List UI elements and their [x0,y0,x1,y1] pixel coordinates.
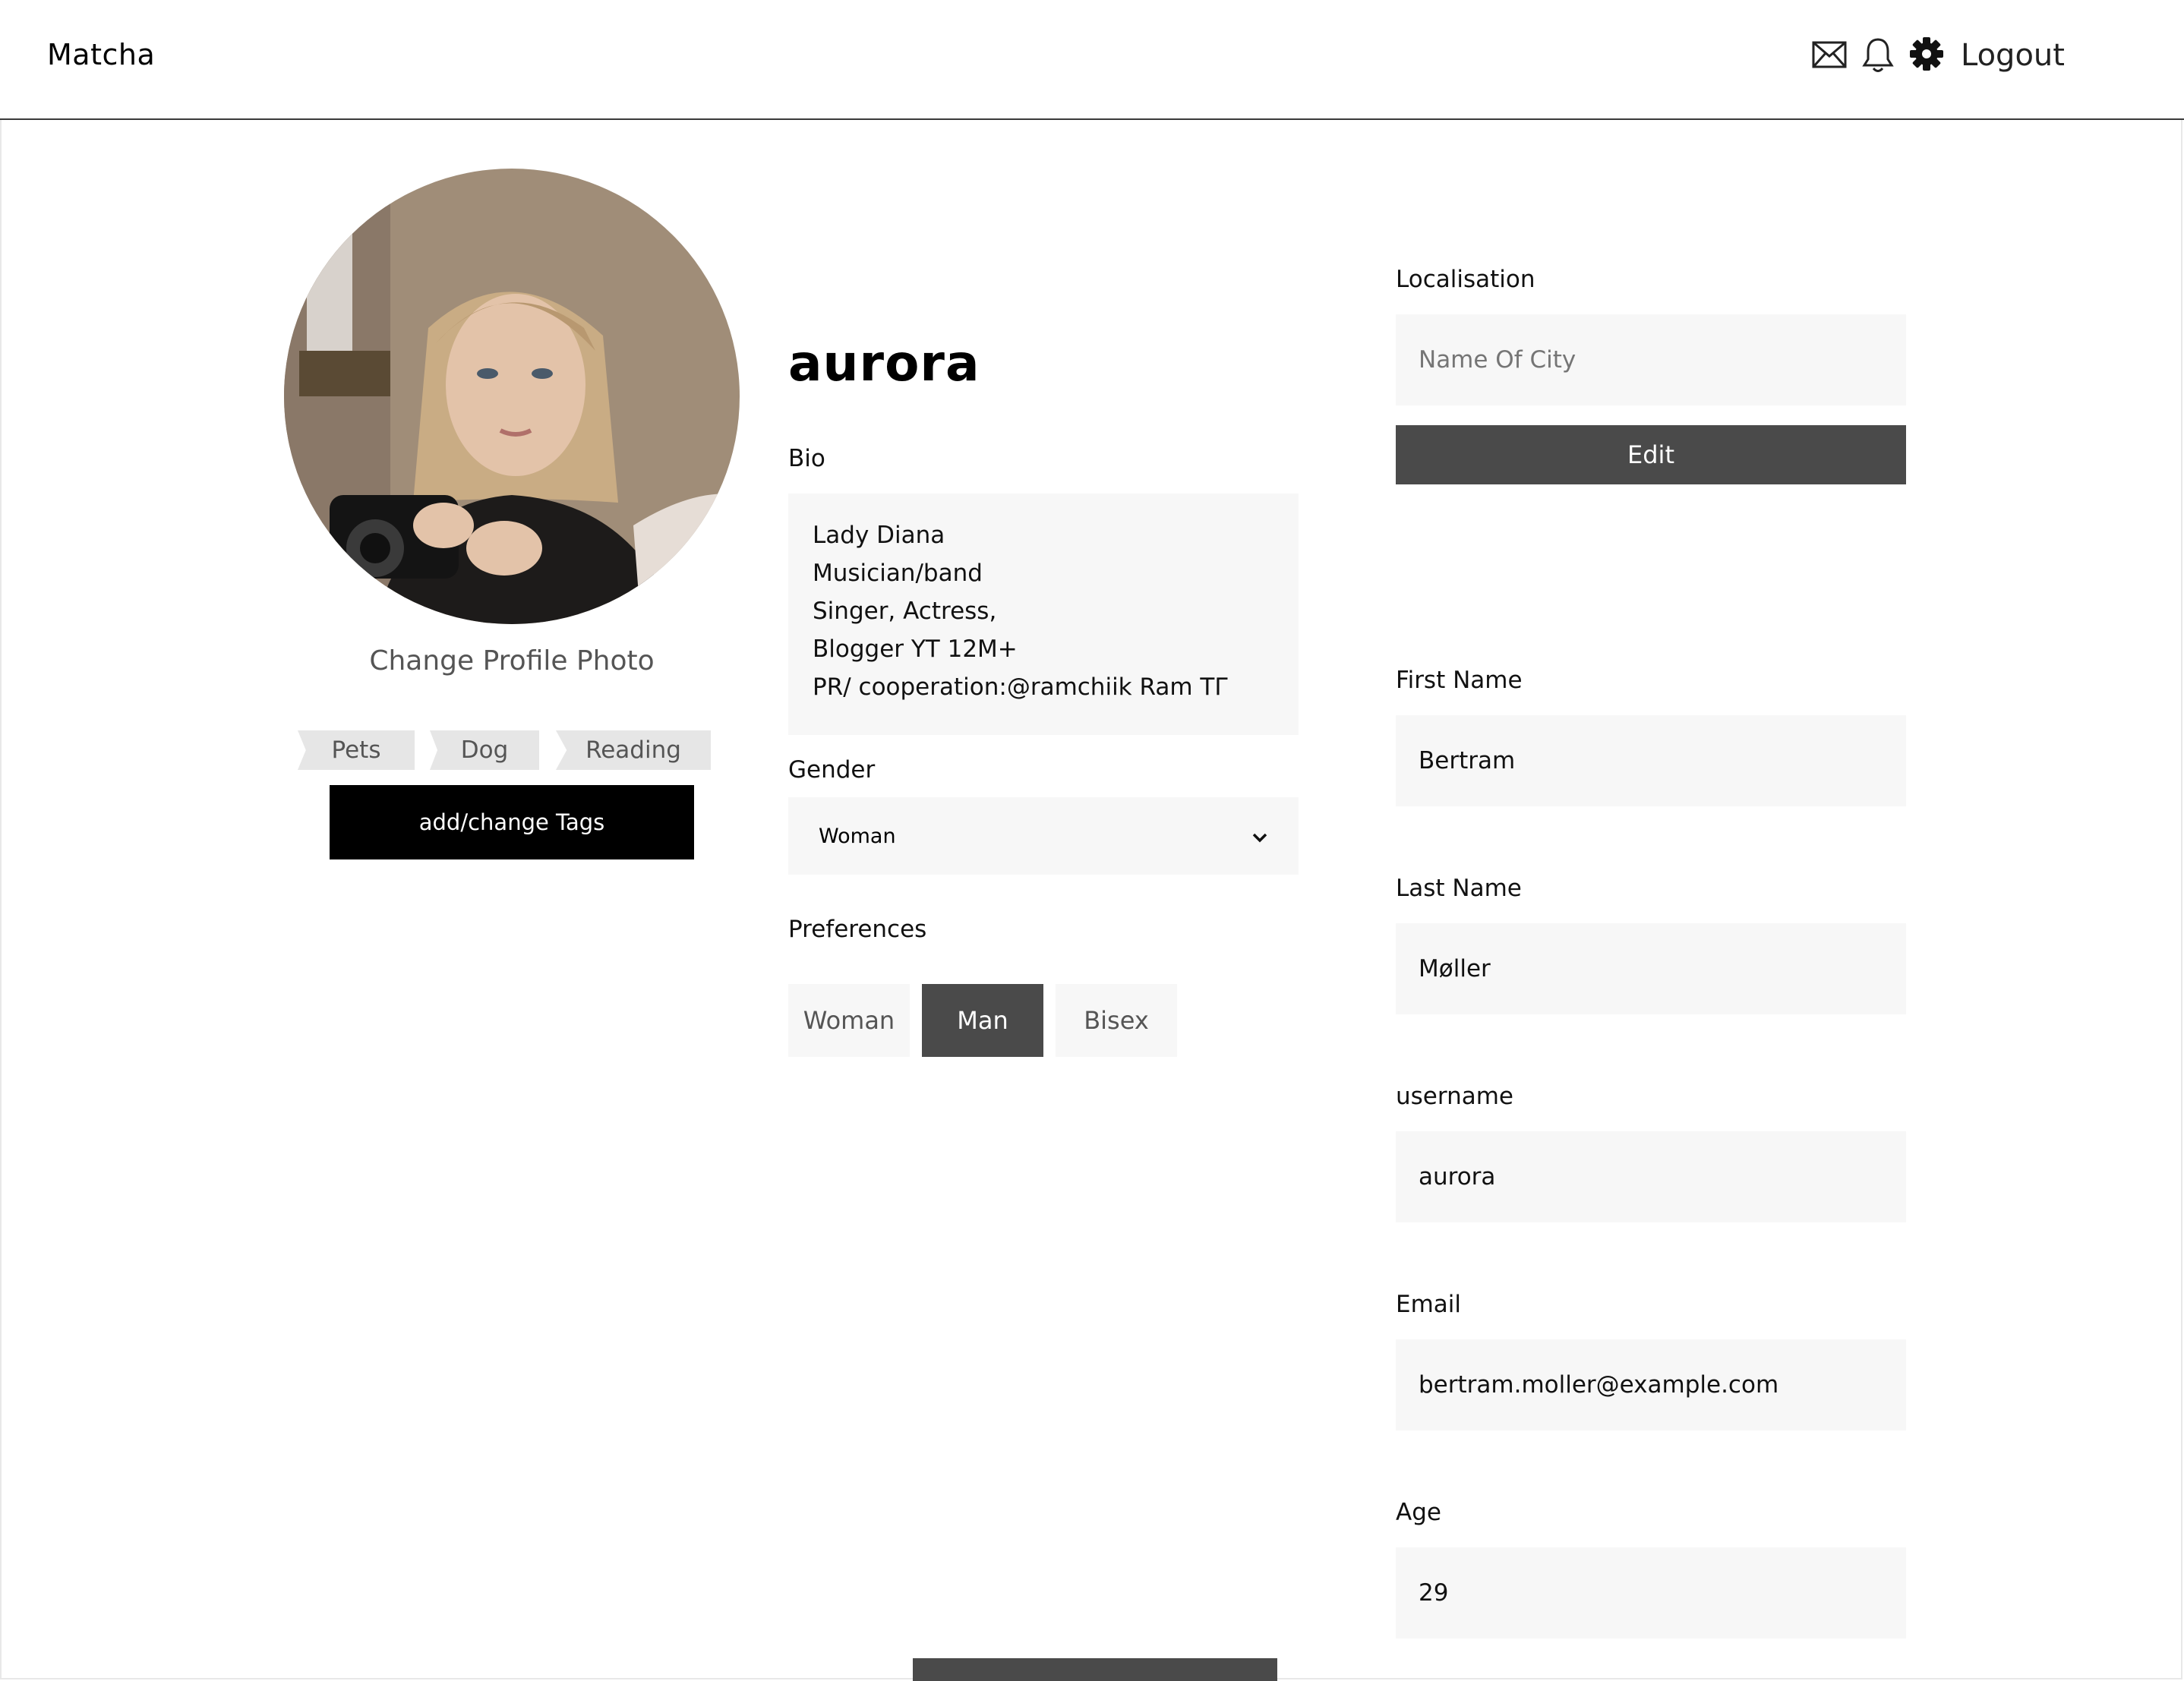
last-name-field[interactable]: Møller [1396,923,1906,1014]
bell-icon[interactable] [1862,36,1897,72]
bio-textarea[interactable]: Lady Diana Musician/band Singer, Actress… [788,494,1299,735]
gear-icon[interactable] [1909,36,1944,71]
profile-avatar[interactable] [284,169,740,624]
chevron-down-icon [1251,825,1268,848]
profile-username-title: aurora [788,334,980,393]
preference-bisex-button[interactable]: Bisex [1056,984,1177,1057]
change-photo-link[interactable]: Change Profile Photo [284,645,740,676]
logout-link[interactable]: Logout [1961,38,2065,73]
bio-label: Bio [788,445,825,472]
bio-line: PR/ cooperation:@ramchiik Ram TГ [813,673,1229,701]
mail-icon[interactable] [1812,39,1847,74]
add-change-tags-button[interactable]: add/change Tags [330,785,694,859]
brand-logo[interactable]: Matcha [47,38,155,71]
save-button[interactable] [913,1658,1277,1681]
email-field[interactable]: bertram.moller@example.com [1396,1339,1906,1430]
preference-man-button[interactable]: Man [922,984,1043,1057]
top-navbar: Matcha Logout [0,0,2184,120]
preference-woman-button[interactable]: Woman [788,984,910,1057]
bio-line: Blogger YT 12M+ [813,636,1018,663]
username-label: username [1396,1083,1513,1110]
edit-location-button[interactable]: Edit [1396,425,1906,484]
username-field[interactable]: aurora [1396,1131,1906,1222]
last-name-label: Last Name [1396,875,1522,902]
age-label: Age [1396,1499,1441,1526]
tag-pets[interactable]: Pets [298,730,415,770]
bio-line: Singer, Actress, [813,598,997,625]
tag-reading[interactable]: Reading [556,730,711,770]
localisation-label: Localisation [1396,266,1535,293]
age-field[interactable]: 29 [1396,1547,1906,1638]
bio-line: Lady Diana [813,522,945,549]
tag-dog[interactable]: Dog [430,730,539,770]
gender-selected-value: Woman [819,824,896,848]
email-label: Email [1396,1291,1462,1318]
city-input[interactable] [1396,314,1906,405]
first-name-label: First Name [1396,667,1523,694]
bio-line: Musician/band [813,560,983,587]
gender-select[interactable]: Woman [788,797,1299,875]
preferences-label: Preferences [788,916,927,943]
gender-label: Gender [788,756,876,784]
first-name-field[interactable]: Bertram [1396,715,1906,806]
